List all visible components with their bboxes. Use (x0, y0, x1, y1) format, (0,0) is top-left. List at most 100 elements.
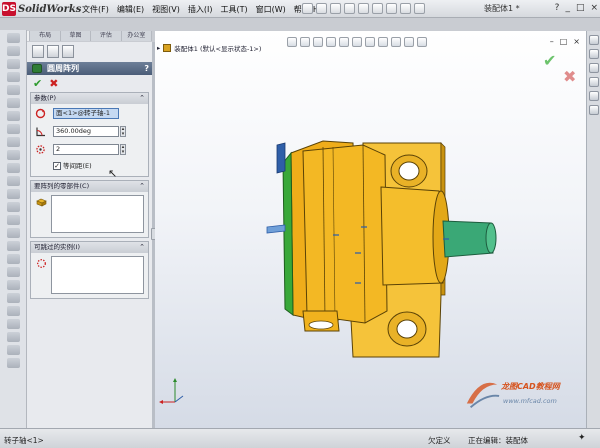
ok-button[interactable]: ✔ (33, 77, 42, 90)
insert-component-icon[interactable] (7, 33, 20, 43)
appearances-icon[interactable] (589, 91, 599, 101)
pin-icon[interactable] (302, 3, 313, 14)
bill-of-materials-icon[interactable] (7, 163, 20, 173)
skip-instances-list[interactable] (37, 256, 144, 294)
angle-spinner[interactable]: ▴ ▾ (120, 126, 126, 137)
tab-office[interactable]: 办公室 (122, 31, 153, 41)
rebuild-status-icon[interactable]: ✦ (578, 433, 586, 443)
equal-spacing-option[interactable]: ✓ 等间距(E) (53, 160, 148, 172)
smart-fasteners-icon[interactable] (7, 85, 20, 95)
edit-appearance-icon[interactable] (391, 37, 401, 47)
components-header[interactable]: 要阵列的零部件(C) ⌃ (31, 181, 148, 192)
reference-geometry-icon[interactable] (7, 137, 20, 147)
component-preview-icon[interactable] (7, 59, 20, 69)
viewport-close-icon[interactable]: × (573, 37, 580, 46)
flyout-tree[interactable]: ▸ 装配体1 (默认<显示状态-1>) (157, 43, 261, 53)
toolbox-icon[interactable] (7, 358, 20, 368)
close-icon[interactable]: × (590, 3, 598, 13)
custom-properties-icon[interactable] (589, 105, 599, 115)
components-list[interactable] (36, 195, 144, 233)
large-design-icon[interactable] (7, 345, 20, 355)
viewport-restore-icon[interactable]: □ (560, 37, 568, 46)
params-header[interactable]: 参数(P) ⌃ (31, 93, 148, 104)
display-icon[interactable] (7, 319, 20, 329)
rebuild-assembly-icon[interactable] (7, 306, 20, 316)
explode-line-icon[interactable] (7, 189, 20, 199)
minimize-icon[interactable]: _ (565, 3, 570, 13)
configuration-manager-icon[interactable] (62, 45, 74, 58)
confirm-corner-ok-icon[interactable]: ✔ (543, 51, 556, 70)
skip-instances-header[interactable]: 可跳过的实例(I) ⌃ (31, 242, 148, 253)
new-file-icon[interactable] (316, 3, 327, 14)
angle-field[interactable]: 360.00deg (53, 126, 119, 137)
tab-sketch[interactable]: 草图 (61, 31, 92, 41)
interference-icon[interactable] (7, 202, 20, 212)
view-orientation-icon[interactable] (352, 37, 362, 47)
reverse-direction-icon[interactable] (35, 108, 46, 119)
clearance-icon[interactable] (7, 215, 20, 225)
count-spinner[interactable]: ▴ ▾ (120, 144, 126, 155)
zoom-area-icon[interactable] (300, 37, 310, 47)
tab-layout[interactable]: 布局 (30, 31, 61, 41)
view-palette-icon[interactable] (589, 77, 599, 87)
feature-manager-icon[interactable] (32, 45, 44, 58)
app-logo[interactable]: DS SolidWorks (2, 1, 81, 17)
sketch-icon[interactable] (7, 293, 20, 303)
linear-pattern-icon[interactable] (7, 72, 20, 82)
expand-icon[interactable]: ▸ (157, 44, 160, 52)
appearance-icon[interactable] (7, 332, 20, 342)
collapse-icon[interactable]: ⌃ (139, 181, 145, 192)
collapse-icon[interactable]: ⌃ (139, 93, 145, 104)
new-motion-study-icon[interactable] (7, 150, 20, 160)
rebuild-icon[interactable] (400, 3, 411, 14)
graphics-area[interactable]: ▸ 装配体1 (默认<显示状态-1>) – □ × ✔ ✖ 龙图CAD教程网 w… (155, 31, 586, 428)
resources-icon[interactable] (589, 35, 599, 45)
maximize-icon[interactable]: □ (576, 3, 585, 13)
design-library-icon[interactable] (589, 49, 599, 59)
display-style-icon[interactable] (365, 37, 375, 47)
dynamic-annotation-icon[interactable] (339, 37, 349, 47)
menu-edit[interactable]: 编辑(E) (113, 2, 148, 17)
options-icon[interactable] (414, 3, 425, 14)
menu-tools[interactable]: 工具(T) (216, 2, 251, 17)
view-settings-icon[interactable] (417, 37, 427, 47)
assembly-model[interactable] (263, 135, 503, 365)
property-manager-icon[interactable] (47, 45, 59, 58)
assembly-features-icon[interactable] (7, 124, 20, 134)
menu-window[interactable]: 窗口(W) (252, 2, 290, 17)
file-explorer-icon[interactable] (589, 63, 599, 73)
apply-scene-icon[interactable] (404, 37, 414, 47)
move-component-icon[interactable] (7, 98, 20, 108)
section-view-icon[interactable] (326, 37, 336, 47)
confirm-corner-cancel-icon[interactable]: ✖ (563, 67, 576, 86)
pattern-axis-field[interactable]: 面<1>@转子轴-1 (53, 108, 119, 119)
instance-count-field[interactable]: 2 (53, 144, 119, 155)
instant3d-icon[interactable] (7, 280, 20, 290)
open-file-icon[interactable] (330, 3, 341, 14)
undo-icon[interactable] (372, 3, 383, 14)
show-hidden-icon[interactable] (7, 111, 20, 121)
measure-icon[interactable] (7, 241, 20, 251)
mass-properties-icon[interactable] (7, 254, 20, 264)
mate-icon[interactable] (7, 46, 20, 56)
help-button[interactable]: ? (144, 62, 149, 75)
print-icon[interactable] (358, 3, 369, 14)
help-icon[interactable]: ? (555, 3, 560, 13)
menu-insert[interactable]: 插入(I) (184, 2, 217, 17)
zoom-fit-icon[interactable] (287, 37, 297, 47)
select-icon[interactable] (386, 3, 397, 14)
hide-show-items-icon[interactable] (378, 37, 388, 47)
previous-view-icon[interactable] (313, 37, 323, 47)
cancel-button[interactable]: ✖ (49, 77, 58, 90)
save-icon[interactable] (344, 3, 355, 14)
menu-view[interactable]: 视图(V) (148, 2, 184, 17)
section-icon[interactable] (7, 267, 20, 277)
collapse-icon[interactable]: ⌃ (139, 242, 145, 253)
equal-spacing-checkbox[interactable]: ✓ (53, 162, 61, 170)
viewport-minimize-icon[interactable]: – (550, 37, 554, 46)
menu-file[interactable]: 文件(F) (78, 2, 113, 17)
exploded-view-icon[interactable] (7, 176, 20, 186)
equal-spacing-label: 等间距(E) (63, 162, 92, 170)
hole-alignment-icon[interactable] (7, 228, 20, 238)
tab-evaluate[interactable]: 评估 (91, 31, 122, 41)
